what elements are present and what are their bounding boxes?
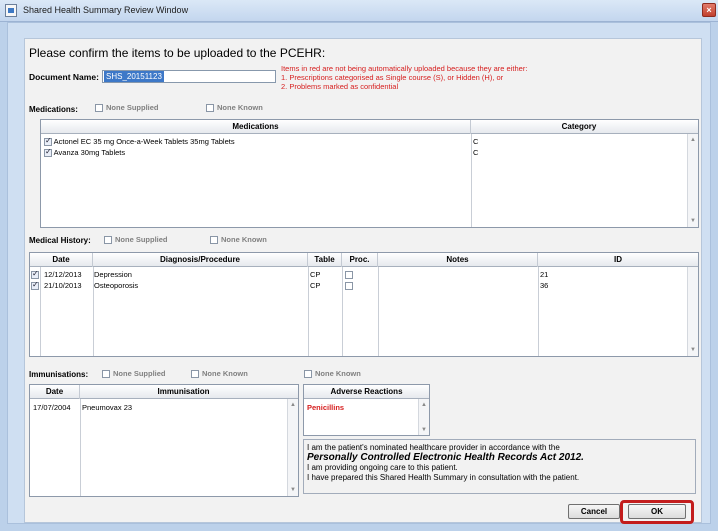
checkbox-label: None Known [217,103,263,113]
table-header: Medications Category [41,120,698,134]
review-panel: Please confirm the items to be uploaded … [24,38,702,523]
column-header[interactable]: Proc. [342,253,378,267]
scrollbar[interactable]: ▲ ▼ [287,399,298,496]
medical-history-table: Date Diagnosis/Procedure Table Proc. Not… [29,252,699,357]
table-row[interactable]: Avanza 30mg Tablets [44,148,125,158]
proc-checkbox[interactable] [345,271,353,279]
history-table: CP [310,281,321,290]
table-header: Adverse Reactions [304,385,429,399]
adverse-reaction-item: Penicillins [307,403,345,412]
document-name-label: Document Name: [29,72,99,82]
app-icon [5,4,17,17]
adverse-reactions-table: Adverse Reactions Penicillins ▲ ▼ [303,384,430,436]
table-header: Date Diagnosis/Procedure Table Proc. Not… [30,253,698,267]
scroll-down-icon[interactable]: ▼ [690,347,696,353]
consent-line: I have prepared this Shared Health Summa… [307,473,580,482]
scrollbar[interactable]: ▲ ▼ [687,134,698,227]
history-date: 12/12/2013 [44,270,82,279]
history-none-supplied[interactable]: None Supplied [104,235,168,244]
medications-none-supplied[interactable]: None Supplied [95,103,159,112]
title-bar: Shared Health Summary Review Window × [0,0,718,22]
checkbox[interactable] [104,235,112,244]
checkbox[interactable] [210,235,218,244]
column-header[interactable]: Diagnosis/Procedure [93,253,308,267]
checkbox[interactable] [304,369,312,378]
window-title: Shared Health Summary Review Window [23,5,189,15]
history-none-known[interactable]: None Known [210,235,267,244]
red-note-line: 1. Prescriptions categorised as Single c… [281,73,504,82]
consent-line: I am providing ongoing care to this pati… [307,463,458,472]
history-diagnosis: Depression [94,270,132,279]
medication-name: Avanza 30mg Tablets [53,148,126,157]
scroll-down-icon[interactable]: ▼ [290,487,296,493]
row-checkbox[interactable] [31,271,39,279]
medication-category: C [473,148,479,157]
scroll-up-icon[interactable]: ▲ [290,402,296,408]
medication-name: Actonel EC 35 mg Once-a-Week Tablets 35m… [53,137,235,146]
scroll-down-icon[interactable]: ▼ [421,427,427,433]
proc-checkbox[interactable] [345,282,353,290]
medication-category: C [473,137,479,146]
red-note-line: Items in red are not being automatically… [281,64,528,73]
checkbox[interactable] [102,369,110,378]
column-header[interactable]: Medications [41,120,471,134]
history-id: 21 [540,270,549,279]
medical-history-label: Medical History: [29,236,91,245]
checkbox-label: None Supplied [115,235,168,245]
checkbox-label: None Supplied [106,103,159,113]
column-header[interactable]: ID [538,253,698,267]
scroll-up-icon[interactable]: ▲ [421,402,427,408]
checkbox[interactable] [206,103,214,112]
medications-table: Medications Category Actonel EC 35 mg On… [40,119,699,228]
scroll-up-icon[interactable]: ▲ [690,137,696,143]
red-note-line: 2. Problems marked as confidential [281,82,399,91]
checkbox-label: None Known [221,235,267,245]
row-checkbox[interactable] [44,138,52,147]
history-id: 36 [540,281,549,290]
consent-act: Personally Controlled Electronic Health … [307,452,584,463]
checkbox[interactable] [95,103,103,112]
column-header[interactable]: Notes [378,253,538,267]
immunisation-date: 17/07/2004 [33,403,71,412]
red-items-note: Items in red are not being automatically… [281,64,527,91]
checkbox-label: None Known [202,369,248,379]
checkbox-label: None Supplied [113,369,166,379]
page-title: Please confirm the items to be uploaded … [29,46,326,60]
table-header: Date Immunisation [30,385,298,399]
immunisations-label: Immunisations: [29,370,89,379]
adverse-none-known[interactable]: None Known [304,369,361,378]
scroll-down-icon[interactable]: ▼ [690,218,696,224]
consent-declaration: I am the patient's nominated healthcare … [303,439,696,494]
column-header[interactable]: Date [30,253,93,267]
column-header[interactable]: Date [30,385,80,399]
document-name-field[interactable]: SHS_20151123 [102,70,276,83]
column-header[interactable]: Table [308,253,342,267]
history-diagnosis: Osteoporosis [94,281,139,290]
history-table: CP [310,270,321,279]
scrollbar[interactable]: ▼ [687,267,698,356]
column-header[interactable]: Category [471,120,687,134]
checkbox[interactable] [191,369,199,378]
column-header[interactable]: Adverse Reactions [304,385,429,399]
medications-none-known[interactable]: None Known [206,103,263,112]
column-header[interactable]: Immunisation [80,385,287,399]
document-name-value: SHS_20151123 [104,71,164,82]
immunisations-none-known[interactable]: None Known [191,369,248,378]
medications-label: Medications: [29,105,78,114]
row-checkbox[interactable] [44,149,52,158]
immunisations-table: Date Immunisation 17/07/2004 Pneumovax 2… [29,384,299,497]
close-button[interactable]: × [702,3,716,17]
checkbox-label: None Known [315,369,361,379]
scrollbar[interactable]: ▲ ▼ [418,399,429,435]
ok-button[interactable]: OK [628,504,686,519]
row-checkbox[interactable] [31,282,39,290]
immunisations-none-supplied[interactable]: None Supplied [102,369,166,378]
history-date: 21/10/2013 [44,281,82,290]
cancel-button[interactable]: Cancel [568,504,620,519]
immunisation-name: Pneumovax 23 [82,403,133,412]
table-row[interactable]: Actonel EC 35 mg Once-a-Week Tablets 35m… [44,137,235,147]
